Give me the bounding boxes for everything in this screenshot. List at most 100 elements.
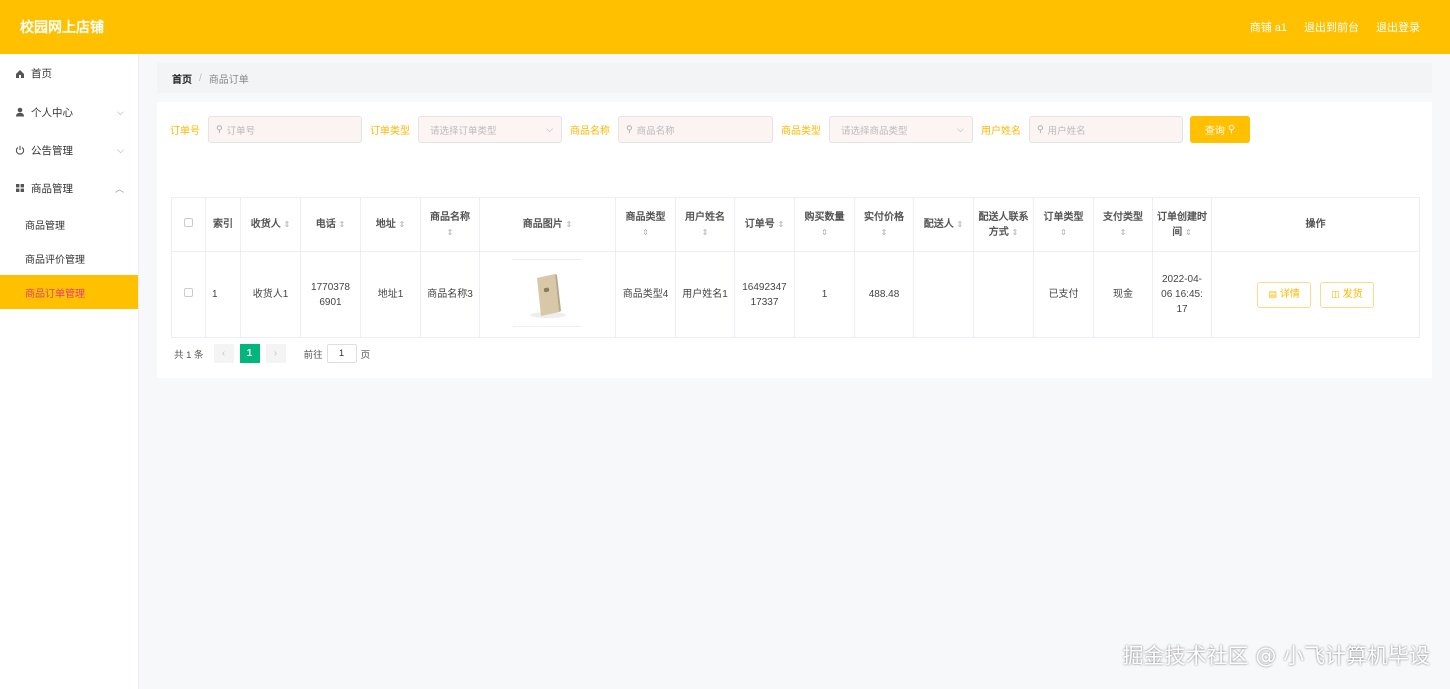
col-quantity[interactable]: 购买数量 ⇕ <box>794 197 855 252</box>
home-icon <box>14 69 26 79</box>
sidebar-subitem-product-orders[interactable]: 商品订单管理 <box>0 275 138 309</box>
sidebar-item-label: 商品管理 <box>31 182 73 195</box>
search-icon: ⚲ <box>626 124 633 134</box>
col-address[interactable]: 地址 ⇕ <box>360 197 421 252</box>
cell-actions: ▤ 详情 ◫ 发货 <box>1211 251 1420 338</box>
sidebar-item-label: 公告管理 <box>31 144 73 157</box>
select-all-checkbox[interactable] <box>171 197 206 252</box>
chevron-up-icon: ︿ <box>114 183 124 194</box>
chevron-down-icon: ⌵ <box>957 124 964 134</box>
col-order-no[interactable]: 订单号 ⇕ <box>734 197 795 252</box>
col-product-type[interactable]: 商品类型 ⇕ <box>615 197 676 252</box>
search-icon: ⚲ <box>1227 124 1236 135</box>
order-type-label: 订单类型 <box>370 126 410 137</box>
row-checkbox[interactable] <box>171 251 206 338</box>
cell-product-name: 商品名称3 <box>420 251 480 338</box>
sidebar: 首页 个人中心 ⌵ 公告管理 ⌵ 商品管理 ︿ 商品管理 商品评价管理 商品订单… <box>0 54 139 689</box>
cell-courier-contact <box>973 251 1034 338</box>
sidebar-item-products[interactable]: 商品管理 ︿ <box>0 169 138 207</box>
col-user-name[interactable]: 用户姓名 ⇕ <box>675 197 735 252</box>
product-type-select[interactable]: 请选择商品类型 ⌵ <box>829 116 973 143</box>
orders-table: 索引 收货人 ⇕ 电话 ⇕ 地址 ⇕ 商品名称 ⇕ 商品图片 ⇕ 商品类型 ⇕ 用户… <box>171 197 1420 338</box>
table-row: 1 收货人1 17703786901 地址1 商品名称3 商品类型4 用户姓名1… <box>171 251 1420 338</box>
back-to-front-link[interactable]: 退出到前台 <box>1304 19 1359 35</box>
cell-quantity: 1 <box>794 251 855 338</box>
product-type-label: 商品类型 <box>781 126 821 137</box>
page-number-active[interactable]: 1 <box>239 344 260 363</box>
breadcrumb: 首页 / 商品订单 <box>157 63 1432 93</box>
sidebar-subitem-product-reviews[interactable]: 商品评价管理 <box>0 241 138 275</box>
cell-courier <box>913 251 974 338</box>
col-order-type[interactable]: 订单类型 ⇕ <box>1033 197 1094 252</box>
chevron-down-icon: ⌵ <box>546 124 553 134</box>
pagination: 共 1 条 ‹ 1 › 前往 1 页 <box>174 344 370 363</box>
logout-link[interactable]: 退出登录 <box>1376 19 1420 35</box>
sidebar-item-notices[interactable]: 公告管理 ⌵ <box>0 131 138 169</box>
col-index: 索引 <box>205 197 241 252</box>
cell-pay-type: 现金 <box>1093 251 1153 338</box>
search-icon: ⚲ <box>216 124 223 134</box>
app-title: 校园网上店铺 <box>20 19 104 35</box>
detail-button[interactable]: ▤ 详情 <box>1257 281 1312 308</box>
breadcrumb-current: 商品订单 <box>208 74 249 86</box>
top-header: 校园网上店铺 商铺 a1 退出到前台 退出登录 <box>0 0 1450 54</box>
cell-index: 1 <box>205 251 241 338</box>
col-product-image[interactable]: 商品图片 ⇕ <box>479 197 616 252</box>
cell-receiver: 收货人1 <box>240 251 301 338</box>
cell-paid-price: 488.48 <box>854 251 914 338</box>
cell-address: 地址1 <box>360 251 421 338</box>
search-icon: ⚲ <box>1037 124 1044 134</box>
document-icon: ▤ <box>1268 289 1277 299</box>
watermark: 掘金技术社区 @ 小飞计算机毕设 <box>1122 644 1430 668</box>
order-no-input[interactable]: ⚲ 订单号 <box>208 116 362 143</box>
header-actions: 商铺 a1 退出到前台 退出登录 <box>1250 19 1420 35</box>
cell-product-image <box>479 251 616 338</box>
goto-label: 前往 <box>303 349 323 361</box>
breadcrumb-home[interactable]: 首页 <box>172 71 192 86</box>
ship-button-label: 发货 <box>1342 289 1363 300</box>
col-courier-contact[interactable]: 配送人联系方式 ⇕ <box>973 197 1034 252</box>
chevron-down-icon: ⌵ <box>117 106 124 117</box>
col-phone[interactable]: 电话 ⇕ <box>300 197 361 252</box>
cell-product-type: 商品类型4 <box>615 251 676 338</box>
ship-button[interactable]: ◫ 发货 <box>1319 281 1374 308</box>
breadcrumb-separator: / <box>199 72 202 84</box>
col-product-name[interactable]: 商品名称 ⇕ <box>420 197 480 252</box>
goto-page-input[interactable]: 1 <box>326 344 357 363</box>
prev-page-button[interactable]: ‹ <box>213 344 234 363</box>
order-panel: 订单号 ⚲ 订单号 订单类型 请选择订单类型 ⌵ 商品名称 ⚲ 商品名称 商品类… <box>157 102 1432 378</box>
order-type-placeholder: 请选择订单类型 <box>430 125 497 137</box>
book-icon: ◫ <box>1331 289 1340 299</box>
order-type-select[interactable]: 请选择订单类型 ⌵ <box>418 116 562 143</box>
user-name-placeholder: 用户姓名 <box>1047 125 1086 137</box>
order-no-label: 订单号 <box>170 126 200 137</box>
table-header-row: 索引 收货人 ⇕ 电话 ⇕ 地址 ⇕ 商品名称 ⇕ 商品图片 ⇕ 商品类型 ⇕ 用户… <box>171 197 1420 252</box>
product-image <box>513 258 582 327</box>
cell-created: 2022-04-06 16:45:17 <box>1152 251 1212 338</box>
query-button[interactable]: 查询 ⚲ <box>1190 116 1250 143</box>
product-name-input[interactable]: ⚲ 商品名称 <box>618 116 773 143</box>
cell-order-type: 已支付 <box>1033 251 1094 338</box>
chevron-down-icon: ⌵ <box>117 144 124 155</box>
col-receiver[interactable]: 收货人 ⇕ <box>240 197 301 252</box>
sidebar-item-label: 个人中心 <box>31 106 73 119</box>
order-no-placeholder: 订单号 <box>226 125 256 137</box>
cell-order-no: 1649234717337 <box>734 251 795 338</box>
col-paid-price[interactable]: 实付价格 ⇕ <box>854 197 914 252</box>
sidebar-subitem-product-manage[interactable]: 商品管理 <box>0 207 138 241</box>
page-suffix: 页 <box>360 349 371 361</box>
search-form: 订单号 ⚲ 订单号 订单类型 请选择订单类型 ⌵ 商品名称 ⚲ 商品名称 商品类… <box>170 116 1250 143</box>
sidebar-item-label: 首页 <box>31 68 52 80</box>
cell-phone: 17703786901 <box>300 251 361 338</box>
power-icon <box>14 145 26 155</box>
sidebar-item-home[interactable]: 首页 <box>0 54 138 93</box>
col-pay-type[interactable]: 支付类型 ⇕ <box>1093 197 1153 252</box>
next-page-button[interactable]: › <box>265 344 286 363</box>
col-created[interactable]: 订单创建时间 ⇕ <box>1152 197 1212 252</box>
user-name-input[interactable]: ⚲ 用户姓名 <box>1029 116 1183 143</box>
sidebar-item-profile[interactable]: 个人中心 ⌵ <box>0 93 138 131</box>
col-actions: 操作 <box>1211 197 1420 252</box>
query-button-label: 查询 <box>1204 126 1225 137</box>
col-courier[interactable]: 配送人 ⇕ <box>913 197 974 252</box>
current-user: 商铺 a1 <box>1249 22 1287 34</box>
